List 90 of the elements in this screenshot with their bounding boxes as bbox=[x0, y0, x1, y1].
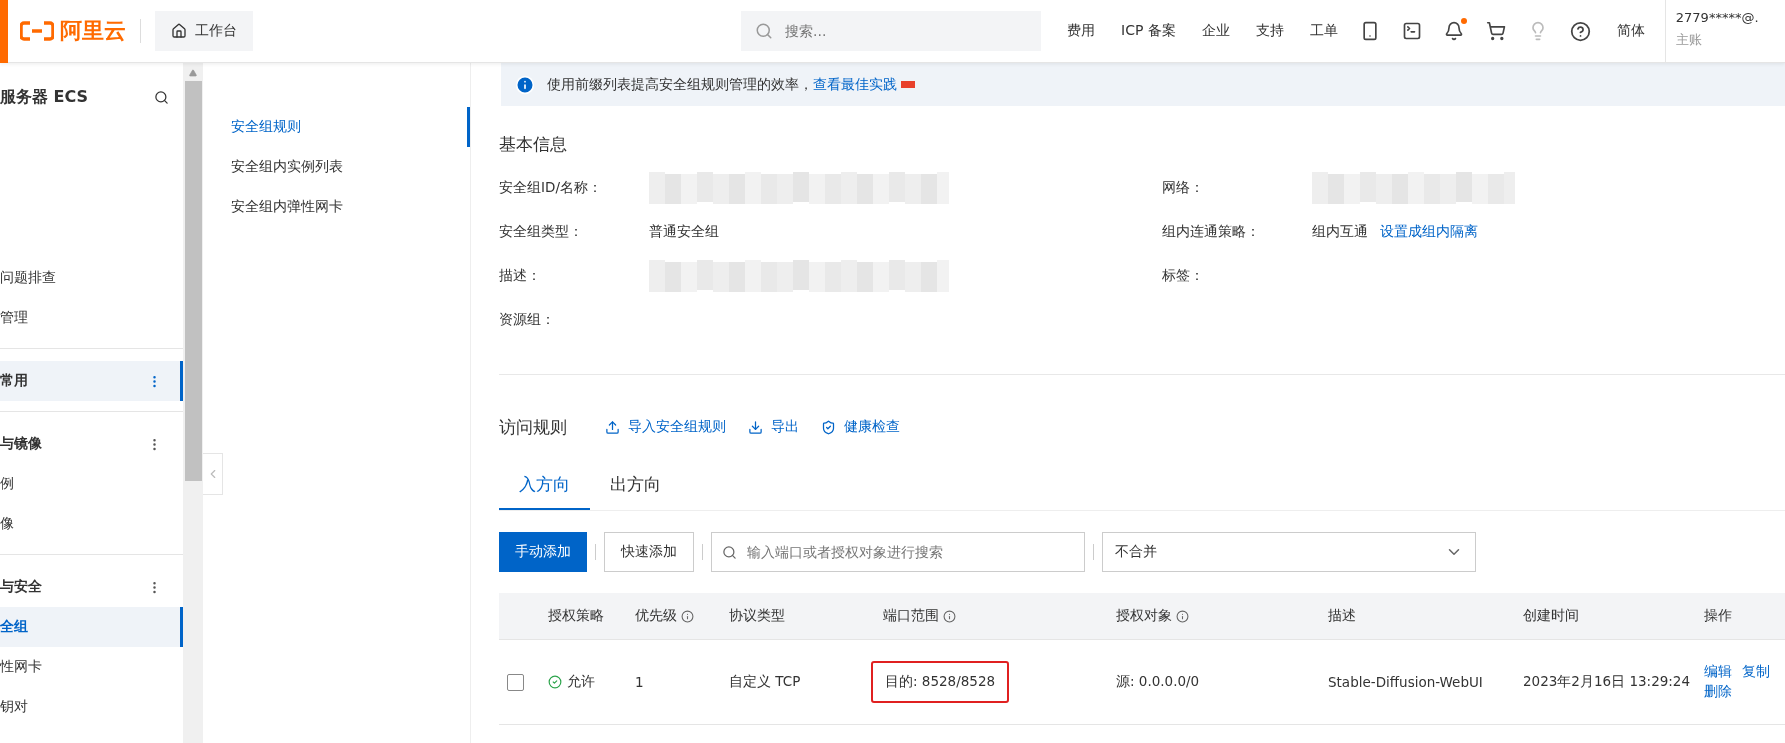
info-value: 普通安全组 bbox=[649, 223, 719, 241]
add-button[interactable]: 手动添加 bbox=[499, 532, 587, 572]
scrollbar[interactable] bbox=[183, 63, 203, 743]
table-cell-text: 自定义 TCP bbox=[729, 673, 802, 691]
shield-icon bbox=[821, 419, 836, 435]
cart-icon[interactable] bbox=[1485, 21, 1506, 41]
sidebar-item[interactable]: 性网卡 bbox=[0, 647, 183, 687]
section-title: 基本信息 bbox=[499, 132, 568, 156]
table-cell-text: Stable-Diffusion-WebUI bbox=[1328, 674, 1484, 690]
row-action-link[interactable]: 复制 bbox=[1742, 663, 1770, 681]
info-icon bbox=[1176, 609, 1189, 623]
notification-icon[interactable] bbox=[1443, 21, 1464, 41]
upload-icon bbox=[605, 419, 620, 435]
language-link[interactable]: 简体 bbox=[1616, 22, 1645, 40]
sidebar-group[interactable]: 与镜像 bbox=[0, 424, 183, 464]
info-value: 组内互通 bbox=[1312, 223, 1368, 241]
subnav-item[interactable]: 安全组内实例列表 bbox=[223, 147, 470, 187]
nav-link[interactable]: ICP 备案 bbox=[1121, 22, 1176, 40]
info-label: 资源组： bbox=[499, 311, 556, 329]
column-header: 端口范围 bbox=[883, 607, 939, 625]
home-icon bbox=[171, 23, 187, 39]
info-label: 安全组类型： bbox=[499, 223, 584, 241]
info-label: 网络： bbox=[1162, 179, 1205, 197]
column-header: 协议类型 bbox=[729, 607, 785, 625]
logo-text: 阿里云 bbox=[60, 17, 126, 45]
column-header: 授权对象 bbox=[1116, 607, 1172, 625]
search-icon bbox=[722, 544, 737, 560]
table-cell: 目的: 8528/8528 bbox=[871, 661, 1010, 703]
sidebar-group[interactable]: 常用 bbox=[0, 361, 183, 401]
subnav-item[interactable]: 安全组规则 bbox=[223, 107, 470, 147]
merge-select[interactable]: 不合并 bbox=[1102, 532, 1476, 572]
sidebar-item[interactable]: 全组 bbox=[0, 607, 183, 647]
search-icon[interactable] bbox=[154, 89, 169, 105]
sidebar-title: 服务器 ECS bbox=[0, 86, 89, 108]
terminal-icon[interactable] bbox=[1401, 21, 1422, 41]
search-icon bbox=[755, 22, 773, 40]
search-input[interactable]: 搜索... bbox=[783, 22, 1023, 40]
help-icon[interactable] bbox=[1569, 20, 1591, 42]
direction-tab[interactable]: 出方向 bbox=[590, 473, 681, 510]
table-cell-text: 2023年2月16日 13:29:24 bbox=[1523, 673, 1692, 691]
check-circle-icon bbox=[548, 675, 562, 689]
info-label: 描述： bbox=[499, 267, 542, 285]
column-header: 优先级 bbox=[635, 607, 677, 625]
sidebar-item[interactable]: 问题排查 bbox=[0, 258, 183, 298]
isolate-link[interactable]: 设置成组内隔离 bbox=[1380, 223, 1478, 241]
best-practice-link[interactable]: 查看最佳实践 bbox=[813, 75, 897, 92]
user-role: 主账 bbox=[1675, 30, 1702, 49]
info-icon bbox=[943, 609, 956, 623]
info-label: 标签： bbox=[1162, 267, 1205, 285]
banner-text: 使用前缀列表提高安全组规则管理的效率，查看最佳实践 bbox=[547, 75, 915, 94]
column-header: 描述 bbox=[1328, 607, 1356, 625]
table-cell-text: 源: 0.0.0.0/0 bbox=[1116, 673, 1201, 691]
table-cell: 允许 bbox=[567, 673, 595, 691]
info-icon bbox=[681, 609, 694, 623]
info-icon bbox=[515, 74, 535, 95]
column-header: 创建时间 bbox=[1523, 607, 1579, 625]
quick-add-button[interactable]: 快速添加 bbox=[604, 532, 694, 572]
subnav-item[interactable]: 安全组内弹性网卡 bbox=[223, 187, 470, 227]
nav-link[interactable]: 支持 bbox=[1255, 22, 1284, 40]
rule-search-field[interactable]: 输入端口或者授权对象进行搜索 bbox=[711, 532, 1085, 572]
table-cell-text: 1 bbox=[635, 674, 645, 690]
search-field[interactable]: 搜索... bbox=[741, 11, 1041, 51]
logo-icon bbox=[20, 21, 54, 41]
nav-link[interactable]: 工单 bbox=[1309, 22, 1338, 40]
direction-tab[interactable]: 入方向 bbox=[499, 473, 590, 510]
brand-stripe bbox=[0, 0, 8, 63]
row-action-link[interactable]: 编辑 bbox=[1704, 663, 1732, 681]
column-header: 操作 bbox=[1704, 607, 1732, 625]
row-action-link[interactable]: 删除 bbox=[1704, 683, 1785, 701]
collapse-handle[interactable] bbox=[203, 453, 223, 495]
rule-action-link[interactable]: 健康检查 bbox=[821, 418, 900, 436]
scroll-up-icon[interactable] bbox=[189, 69, 197, 77]
rule-action-link[interactable]: 导入安全组规则 bbox=[605, 418, 726, 436]
download-icon bbox=[748, 419, 763, 435]
section-title: 访问规则 bbox=[499, 415, 567, 439]
row-checkbox[interactable] bbox=[507, 673, 524, 691]
info-label: 组内连通策略： bbox=[1162, 223, 1261, 241]
nav-link[interactable]: 费用 bbox=[1067, 22, 1095, 40]
sidebar-group[interactable]: 与安全 bbox=[0, 567, 183, 607]
info-label: 安全组ID/名称： bbox=[499, 179, 603, 197]
sidebar-item[interactable]: 像 bbox=[0, 504, 183, 544]
rule-action-link[interactable]: 导出 bbox=[748, 418, 799, 436]
column-header: 授权策略 bbox=[548, 607, 604, 625]
user-name[interactable]: 2779*****@. bbox=[1675, 9, 1759, 25]
sidebar-item[interactable]: 管理 bbox=[0, 298, 183, 338]
workbench-button[interactable]: 工作台 bbox=[155, 11, 253, 51]
rule-search-input[interactable]: 输入端口或者授权对象进行搜索 bbox=[745, 543, 1065, 561]
sidebar-item[interactable]: 钥对 bbox=[0, 687, 183, 727]
sidebar-item[interactable]: 例 bbox=[0, 464, 183, 504]
nav-link[interactable]: 企业 bbox=[1201, 22, 1230, 40]
